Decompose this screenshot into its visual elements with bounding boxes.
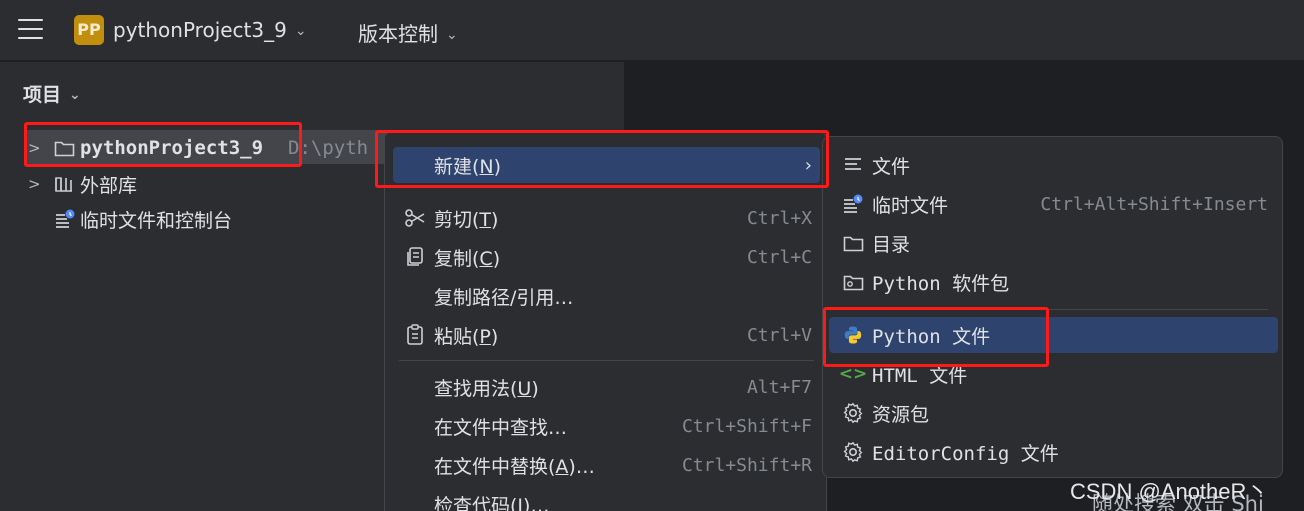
submenu-item-python-file[interactable]: Python 文件 xyxy=(829,317,1278,353)
menu-item-label-suffix: )… xyxy=(568,455,595,478)
menu-item-copy[interactable]: 复制(C) Ctrl+C xyxy=(393,239,820,275)
scratch-file-icon xyxy=(54,209,80,229)
mnemonic: P xyxy=(479,325,491,348)
menu-item-label: 剪切( xyxy=(434,208,480,231)
menu-item-label-suffix: ) xyxy=(490,325,499,348)
python-package-icon xyxy=(841,270,865,294)
vcs-dropdown[interactable]: 版本控制 ⌄ xyxy=(358,18,458,47)
mnemonic: C xyxy=(479,247,493,270)
menu-item-label: 在文件中替换( xyxy=(434,455,556,478)
mnemonic: N xyxy=(479,155,494,178)
menu-item-label: 检查代码( xyxy=(434,494,518,511)
submenu-item-label: EditorConfig 文件 xyxy=(872,442,1059,465)
python-icon xyxy=(841,323,865,347)
title-bar: PP pythonProject3_9 ⌄ 版本控制 ⌄ xyxy=(0,0,1304,61)
shortcut: Alt+F7 xyxy=(746,376,812,398)
gear-icon xyxy=(841,440,865,464)
menu-item-new[interactable]: 新建(N) › xyxy=(393,147,820,183)
menu-item-label-suffix: ) xyxy=(491,208,499,231)
submenu-item-scratch-file[interactable]: 临时文件 Ctrl+Alt+Shift+Insert xyxy=(829,186,1278,222)
menu-item-label-suffix: ) xyxy=(492,247,501,270)
shortcut: Ctrl+Alt+Shift+Insert xyxy=(1040,193,1268,215)
submenu-item-label: Python 软件包 xyxy=(872,272,1010,295)
chevron-down-icon: ⌄ xyxy=(69,87,81,103)
menu-item-replace-in-files[interactable]: 在文件中替换(A)… Ctrl+Shift+R xyxy=(393,447,820,483)
submenu-item-label: 文件 xyxy=(872,155,911,178)
folder-icon xyxy=(841,231,865,255)
chevron-right-icon[interactable]: > xyxy=(28,139,54,157)
project-badge: PP xyxy=(74,15,104,45)
tree-row-scratches[interactable]: 临时文件和控制台 xyxy=(28,204,232,234)
menu-item-label: 在文件中查找… xyxy=(434,416,568,439)
chevron-right-icon[interactable]: > xyxy=(28,175,54,193)
tree-row-label: 临时文件和控制台 xyxy=(80,209,233,232)
html-icon: <> xyxy=(838,364,868,384)
submenu-item-file[interactable]: 文件 xyxy=(829,147,1278,183)
shortcut: Ctrl+C xyxy=(746,246,812,268)
menu-item-label-suffix: ) xyxy=(493,155,502,178)
tree-row-label: pythonProject3_9 xyxy=(80,137,264,159)
mnemonic: A xyxy=(555,455,569,478)
shortcut: Ctrl+Shift+F xyxy=(681,415,812,437)
scratch-file-icon xyxy=(841,192,865,216)
menu-item-cut[interactable]: 剪切(T) Ctrl+X xyxy=(393,200,820,236)
menu-item-find-in-files[interactable]: 在文件中查找… Ctrl+Shift+F xyxy=(393,408,820,444)
folder-icon xyxy=(54,140,80,157)
tree-row-project-root[interactable]: > pythonProject3_9 D:\pyth xyxy=(28,133,368,163)
mnemonic: T xyxy=(479,208,492,231)
gear-icon xyxy=(841,401,865,425)
shortcut: Ctrl+Shift+R xyxy=(681,454,812,476)
chevron-down-icon: ⌄ xyxy=(294,23,307,39)
menu-item-inspect-code[interactable]: 检查代码(I)… xyxy=(393,486,820,511)
submenu-item-resource-bundle[interactable]: 资源包 xyxy=(829,395,1278,431)
submenu-item-directory[interactable]: 目录 xyxy=(829,225,1278,261)
menu-separator xyxy=(399,360,814,361)
submenu-item-label: 临时文件 xyxy=(872,194,949,217)
menu-item-paste[interactable]: 粘贴(P) Ctrl+V xyxy=(393,317,820,353)
watermark: CSDN @AnotheR丶 xyxy=(1070,479,1269,504)
scissors-icon xyxy=(403,206,427,230)
project-switcher[interactable]: pythonProject3_9 ⌄ xyxy=(113,18,307,42)
submenu-item-label: HTML 文件 xyxy=(872,364,968,387)
menu-item-label-suffix: ) xyxy=(531,377,539,400)
mnemonic: U xyxy=(517,377,532,400)
submenu-item-label: Python 文件 xyxy=(872,325,991,348)
shortcut: Ctrl+X xyxy=(746,207,812,229)
submenu-item-editorconfig[interactable]: EditorConfig 文件 xyxy=(829,434,1278,470)
new-submenu: 文件 临时文件 Ctrl+Alt+Shift+Insert 目录 Python … xyxy=(822,136,1283,478)
vcs-label: 版本控制 xyxy=(358,22,438,46)
main-menu-icon[interactable] xyxy=(18,19,43,41)
menu-item-find-usages[interactable]: 查找用法(U) Alt+F7 xyxy=(393,369,820,405)
panel-title-label: 项目 xyxy=(23,84,62,106)
path-hint: D:\pyth xyxy=(288,137,369,159)
submenu-item-label: 资源包 xyxy=(872,403,930,426)
menu-item-label: 复制( xyxy=(434,247,480,270)
paste-icon xyxy=(403,323,427,347)
submenu-item-label: 目录 xyxy=(872,233,911,256)
context-menu: 新建(N) › 剪切(T) Ctrl+X 复制(C) Ctrl+C 复制路径/引… xyxy=(384,131,827,511)
menu-item-label: 复制路径/引用… xyxy=(434,286,574,309)
file-text-icon xyxy=(841,153,865,177)
tree-row-external-libraries[interactable]: > 外部库 xyxy=(28,169,137,199)
copy-icon xyxy=(403,245,427,269)
chevron-right-icon: › xyxy=(804,154,812,176)
menu-item-label: 新建( xyxy=(434,155,480,178)
tree-row-label: 外部库 xyxy=(80,174,138,197)
project-name: pythonProject3_9 xyxy=(113,18,287,42)
menu-item-copy-path[interactable]: 复制路径/引用… xyxy=(393,278,820,314)
panel-title[interactable]: 项目 ⌄ xyxy=(23,80,81,107)
menu-item-label: 查找用法( xyxy=(434,377,518,400)
shortcut: Ctrl+V xyxy=(746,324,812,346)
menu-item-label-suffix: )… xyxy=(523,494,550,511)
library-icon xyxy=(54,175,80,193)
submenu-item-html-file[interactable]: <> HTML 文件 xyxy=(829,356,1278,392)
menu-separator xyxy=(835,309,1268,310)
submenu-item-python-package[interactable]: Python 软件包 xyxy=(829,264,1278,300)
menu-item-label: 粘贴( xyxy=(434,325,480,348)
chevron-down-icon: ⌄ xyxy=(446,27,458,43)
